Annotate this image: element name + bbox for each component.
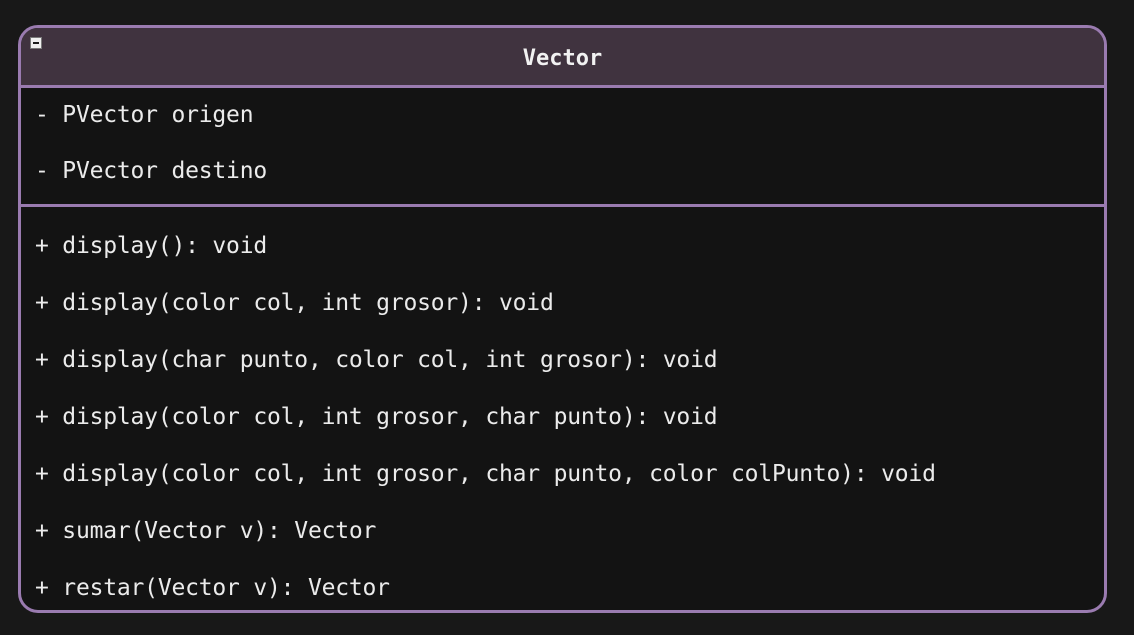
uml-class-box[interactable]: Vector - PVector origen - PVector destin…: [18, 25, 1107, 613]
attribute-row: - PVector origen: [35, 102, 254, 128]
method-row: + display(color col, int grosor): void: [35, 290, 554, 316]
method-row: + sumar(Vector v): Vector: [35, 518, 377, 544]
method-row: + display(color col, int grosor, char pu…: [35, 461, 936, 487]
class-name: Vector: [522, 46, 603, 71]
method-row: + display(color col, int grosor, char pu…: [35, 404, 718, 430]
method-row: + display(): void: [35, 233, 268, 259]
attribute-row: - PVector destino: [35, 158, 268, 184]
method-row: + restar(Vector v): Vector: [35, 575, 390, 601]
attributes-compartment: - PVector origen - PVector destino: [21, 88, 1104, 207]
class-header: Vector: [21, 28, 1104, 88]
method-row: + display(char punto, color col, int gro…: [35, 347, 718, 373]
methods-compartment: + display(): void + display(color col, i…: [21, 207, 1104, 610]
